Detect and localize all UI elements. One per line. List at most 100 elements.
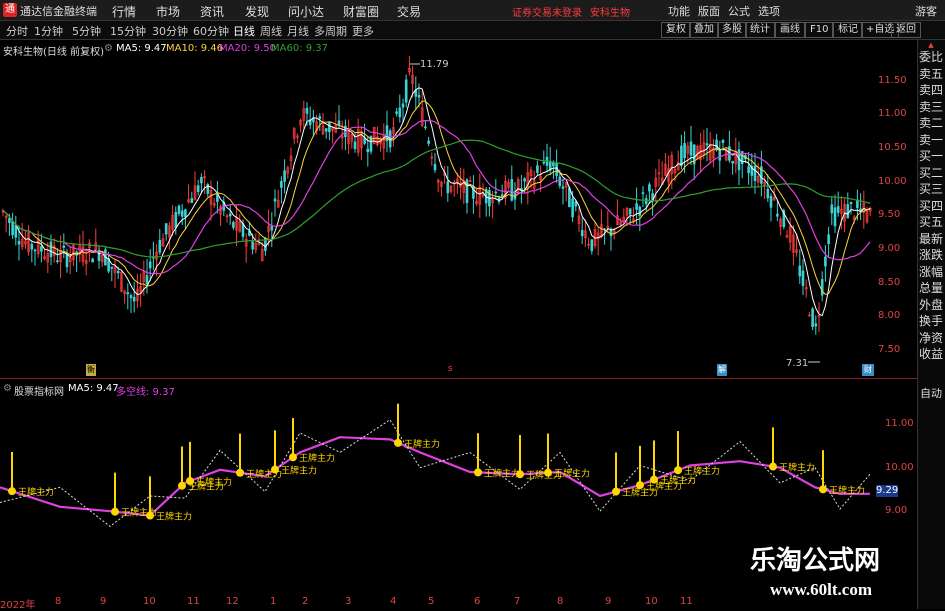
menu-trade[interactable]: 交易: [397, 3, 421, 20]
time-tick: 12: [226, 596, 239, 607]
period-15min[interactable]: 15分钟: [110, 23, 146, 39]
signal-coin-icon: [769, 462, 777, 471]
settings-icon[interactable]: ⚙: [3, 383, 12, 394]
candle-body: [280, 180, 283, 188]
quote-field-1[interactable]: 卖五: [917, 67, 945, 81]
menu-discover[interactable]: 发现: [245, 3, 269, 20]
candle-body: [11, 220, 14, 236]
menu-news[interactable]: 资讯: [200, 3, 224, 20]
login-warning[interactable]: 证券交易未登录: [512, 4, 582, 19]
multi-stock-button[interactable]: 多股: [717, 22, 747, 38]
quote-field-12[interactable]: 涨跌: [917, 248, 945, 262]
f10-button[interactable]: F10: [805, 22, 834, 38]
menu-quotes[interactable]: 行情: [112, 3, 136, 20]
indicator-tick: 11.00: [885, 418, 914, 429]
signal-label: 王牌主力: [281, 465, 317, 477]
candle-body: [427, 140, 430, 144]
quote-field-14[interactable]: 总量: [917, 281, 945, 295]
menu-formula[interactable]: 公式: [728, 3, 750, 19]
candle-body: [180, 210, 184, 217]
signal-label: 王牌主力: [684, 465, 720, 477]
candle-body: [401, 103, 405, 108]
quote-field-19[interactable]: 自动: [917, 387, 945, 401]
menu-ask[interactable]: 问小达: [288, 3, 324, 20]
candle-body: [196, 185, 200, 192]
event-marker[interactable]: 衡: [86, 364, 96, 376]
candle-body: [251, 241, 254, 250]
signal-label: 王牌主力: [554, 468, 590, 480]
quote-field-5[interactable]: 卖一: [917, 133, 945, 147]
menu-options[interactable]: 选项: [758, 3, 780, 19]
ma20-label: MA20: 9.50: [219, 43, 277, 54]
quote-field-8[interactable]: 买三: [917, 182, 945, 196]
quote-field-17[interactable]: 净资: [917, 331, 945, 345]
candle-body: [417, 94, 421, 98]
candlestick-chart[interactable]: [0, 56, 878, 376]
quote-field-11[interactable]: 最新: [917, 232, 945, 246]
app-title: 通达信金融终端: [20, 5, 97, 18]
period-tick[interactable]: 分时: [6, 23, 28, 39]
period-5min[interactable]: 5分钟: [72, 23, 101, 39]
period-more[interactable]: 更多: [352, 23, 374, 39]
candle-body: [523, 178, 526, 182]
event-marker[interactable]: 财: [862, 364, 874, 376]
menu-layout[interactable]: 版面: [698, 3, 720, 19]
candle-body: [814, 323, 818, 327]
draw-line-button[interactable]: 画线: [775, 22, 805, 38]
period-1min[interactable]: 1分钟: [34, 23, 63, 39]
quote-field-16[interactable]: 换手: [917, 314, 945, 328]
quote-field-13[interactable]: 涨幅: [917, 265, 945, 279]
signal-label: 王牌主力: [829, 484, 865, 496]
period-daily[interactable]: 日线: [233, 23, 255, 39]
candle-body: [561, 186, 565, 189]
candle-body: [644, 198, 648, 205]
candle-body: [705, 143, 709, 146]
quote-field-0[interactable]: 委比: [917, 50, 945, 64]
quote-field-10[interactable]: 买五: [917, 215, 945, 229]
candle-body: [270, 226, 274, 231]
adjust-button[interactable]: 复权: [661, 22, 691, 38]
candle-body: [184, 209, 187, 218]
candle-body: [65, 253, 69, 268]
quote-field-15[interactable]: 外盘: [917, 298, 945, 312]
stats-button[interactable]: 统计: [745, 22, 775, 38]
settings-icon[interactable]: ⚙: [104, 43, 113, 54]
period-monthly[interactable]: 月线: [287, 23, 309, 39]
period-30min[interactable]: 30分钟: [152, 23, 188, 39]
candle-body: [747, 166, 750, 174]
event-marker[interactable]: 解: [717, 364, 727, 376]
time-tick: 9: [100, 596, 107, 607]
back-button[interactable]: 返回: [891, 22, 921, 38]
signal-coin-icon: [236, 468, 244, 477]
signal-label: 王牌主力: [404, 438, 440, 450]
menu-wealth-circle[interactable]: 财富圈: [343, 3, 379, 20]
candle-body: [811, 308, 814, 327]
guest-user[interactable]: 游客: [915, 3, 937, 19]
quote-field-18[interactable]: 收益: [917, 347, 945, 361]
indicator-current-value: 9.29: [876, 485, 899, 497]
event-marker[interactable]: s: [448, 364, 453, 374]
quote-field-7[interactable]: 买二: [917, 166, 945, 180]
stock-name-link[interactable]: 安科生物: [590, 4, 630, 19]
menu-market[interactable]: 市场: [156, 3, 180, 20]
quote-field-3[interactable]: 卖三: [917, 100, 945, 114]
quote-field-6[interactable]: 买一: [917, 149, 945, 163]
menu-function[interactable]: 功能: [668, 3, 690, 19]
quote-field-9[interactable]: 买四: [917, 199, 945, 213]
overlay-button[interactable]: 叠加: [689, 22, 719, 38]
period-weekly[interactable]: 周线: [260, 23, 282, 39]
signal-label: 王牌主力: [196, 476, 232, 488]
quote-field-4[interactable]: 卖二: [917, 116, 945, 130]
candle-body: [158, 239, 162, 253]
candle-body: [558, 176, 562, 186]
quote-field-2[interactable]: 卖四: [917, 83, 945, 97]
signal-label: 王牌主力: [484, 467, 520, 479]
period-60min[interactable]: 60分钟: [193, 23, 229, 39]
time-tick: 8: [557, 596, 564, 607]
period-multi[interactable]: 多周期: [314, 23, 347, 39]
candle-body: [91, 258, 94, 263]
candle-body: [849, 201, 853, 204]
ma60-label: MA60: 9.37: [271, 43, 329, 54]
price-tick: 10.50: [878, 142, 907, 153]
mark-button[interactable]: 标记: [833, 22, 863, 38]
